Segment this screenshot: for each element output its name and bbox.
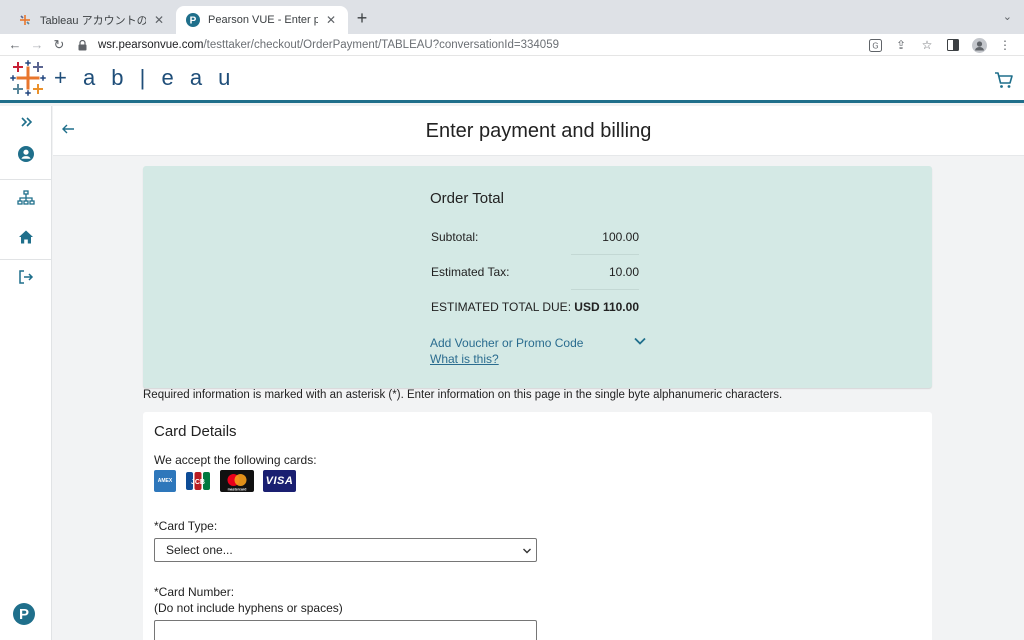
tableau-logo[interactable]: + a b | e a u: [10, 60, 235, 96]
lock-icon: [78, 39, 92, 51]
side-navigation: [0, 106, 52, 640]
subtotal-value: 100.00: [602, 230, 639, 244]
sign-out-icon[interactable]: [16, 267, 36, 287]
close-icon[interactable]: ✕: [152, 13, 166, 27]
chevron-down-icon[interactable]: [633, 334, 647, 348]
user-account-icon[interactable]: [16, 144, 36, 164]
pearson-favicon-icon: P: [186, 13, 200, 27]
amex-logo: AMEX: [154, 470, 176, 492]
card-type-select[interactable]: Select one...: [154, 538, 537, 562]
estimated-tax-value: 10.00: [608, 265, 639, 279]
what-is-this-link[interactable]: What is this?: [430, 352, 499, 366]
svg-text:mastercard: mastercard: [228, 488, 247, 492]
star-icon[interactable]: ☆: [916, 34, 938, 56]
svg-text:P: P: [190, 16, 197, 27]
tableau-favicon-icon: [18, 13, 32, 27]
browser-tab-bar: Tableau アカウントの登録 ✕ P Pearson VUE - Enter…: [0, 0, 1024, 34]
tab-title: Tableau アカウントの登録: [40, 15, 146, 27]
browser-tab-pearson[interactable]: P Pearson VUE - Enter payment ✕: [176, 6, 348, 34]
total-due-label: ESTIMATED TOTAL DUE:: [431, 300, 572, 314]
new-tab-plus-icon[interactable]: +: [352, 8, 372, 28]
address-bar[interactable]: wsr.pearsonvue.com/testtaker/checkout/Or…: [78, 34, 878, 56]
url-domain: wsr.pearsonvue.com: [98, 39, 204, 51]
estimated-tax-row: Estimated Tax: 10.00: [431, 255, 639, 289]
close-icon[interactable]: ✕: [324, 13, 338, 27]
order-total-panel: Order Total Subtotal: 100.00 Estimated T…: [143, 166, 932, 388]
accepted-cards-logos: AMEX JCB mastercard VISA: [154, 470, 296, 492]
sitemap-icon[interactable]: [16, 188, 36, 208]
accepted-cards-text: We accept the following cards:: [154, 453, 317, 467]
total-due-value: USD 110.00: [574, 300, 639, 314]
share-icon[interactable]: ⇪: [890, 34, 912, 56]
rail-divider: [0, 259, 52, 260]
subtotal-label: Subtotal:: [431, 230, 479, 244]
card-type-label: *Card Type:: [154, 519, 218, 533]
forward-arrow-icon[interactable]: →: [26, 34, 48, 56]
page-title: Enter payment and billing: [425, 120, 652, 142]
chevron-down-icon: [522, 545, 532, 555]
side-panel-icon[interactable]: [942, 34, 964, 56]
subtotal-row: Subtotal: 100.00: [431, 220, 639, 254]
jcb-logo: JCB: [185, 470, 211, 492]
tab-title: Pearson VUE - Enter payment: [208, 14, 318, 26]
home-icon[interactable]: [16, 227, 36, 247]
card-number-input[interactable]: [154, 620, 537, 640]
rail-divider: [0, 179, 52, 180]
pearson-logo-icon[interactable]: P: [13, 603, 35, 625]
reload-icon[interactable]: ↻: [48, 34, 70, 56]
card-details-title: Card Details: [154, 423, 237, 440]
translate-icon[interactable]: G: [864, 34, 886, 56]
svg-text:G: G: [872, 41, 878, 50]
browser-toolbar: ← → ↻ wsr.pearsonvue.com/testtaker/check…: [0, 34, 1024, 56]
visa-logo: VISA: [263, 470, 296, 492]
required-info-note: Required information is marked with an a…: [143, 389, 783, 401]
card-number-hint: (Do not include hyphens or spaces): [154, 601, 343, 615]
logo-wordmark: + a b | e a u: [54, 65, 236, 90]
chevron-down-icon[interactable]: ⌄: [1003, 10, 1012, 23]
card-details-panel: Card Details We accept the following car…: [143, 412, 932, 640]
card-number-label: *Card Number:: [154, 585, 235, 599]
page-header: Enter payment and billing: [53, 106, 1024, 156]
more-menu-icon[interactable]: ⋮: [994, 34, 1016, 56]
add-voucher-link[interactable]: Add Voucher or Promo Code: [430, 336, 583, 350]
total-due-row: ESTIMATED TOTAL DUE: USD 110.00: [431, 290, 639, 324]
url-path: /testtaker/checkout/OrderPayment/TABLEAU…: [203, 39, 559, 51]
profile-avatar-icon[interactable]: [968, 34, 990, 56]
browser-tab-tableau[interactable]: Tableau アカウントの登録 ✕: [8, 6, 176, 34]
back-arrow-icon[interactable]: ←: [4, 34, 26, 56]
mastercard-logo: mastercard: [220, 470, 254, 492]
tableau-mark-icon: [10, 60, 46, 96]
estimated-tax-label: Estimated Tax:: [431, 265, 510, 279]
site-header: + a b | e a u: [0, 56, 1024, 103]
order-total-title: Order Total: [430, 190, 504, 207]
card-type-selected-value: Select one...: [166, 543, 233, 557]
cart-icon[interactable]: [994, 70, 1014, 90]
svg-text:JCB: JCB: [191, 479, 205, 486]
expand-double-chevron-icon[interactable]: [16, 112, 36, 132]
